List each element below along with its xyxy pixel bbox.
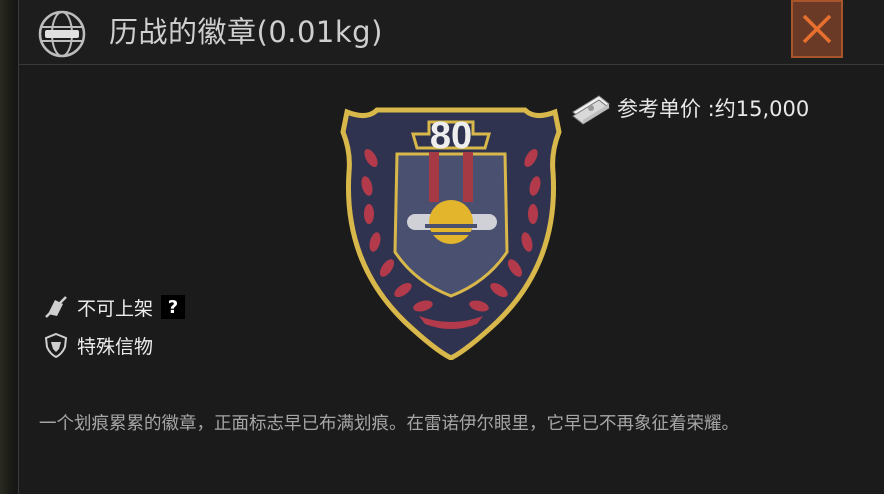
tag-special-token: 特殊信物	[43, 330, 185, 360]
globe-icon	[38, 10, 86, 58]
item-title: 历战的徽章(0.01kg)	[109, 15, 383, 49]
reference-price: 参考单价 : 约15,000	[569, 88, 809, 128]
close-button[interactable]	[791, 0, 843, 58]
item-description: 一个划痕累累的徽章，正面标志早已布满划痕。在雷诺伊尔眼里，它早已不再象征着荣耀。	[39, 414, 739, 434]
panel-header: 历战的徽章(0.01kg)	[19, 0, 884, 65]
no-listing-icon	[45, 296, 67, 318]
tag-label: 不可上架	[77, 297, 154, 320]
background-scene-strip	[0, 0, 18, 494]
money-stack-icon	[572, 95, 610, 125]
medal-badge-image: 80	[340, 107, 562, 360]
special-token-icon	[44, 332, 68, 358]
item-detail-panel: 历战的徽章(0.01kg) 参考单价 : 约15,000 80 不可上架 ? 特…	[18, 0, 884, 494]
close-icon	[802, 14, 832, 44]
tag-label: 特殊信物	[77, 335, 154, 358]
price-value: 约15,000	[714, 97, 810, 121]
item-tags: 不可上架 ? 特殊信物	[43, 292, 186, 368]
price-label: 参考单价 :	[617, 97, 715, 121]
tag-not-listable: 不可上架 ?	[43, 292, 186, 322]
help-button[interactable]: ?	[161, 295, 186, 319]
medal-number: 80	[430, 115, 472, 157]
